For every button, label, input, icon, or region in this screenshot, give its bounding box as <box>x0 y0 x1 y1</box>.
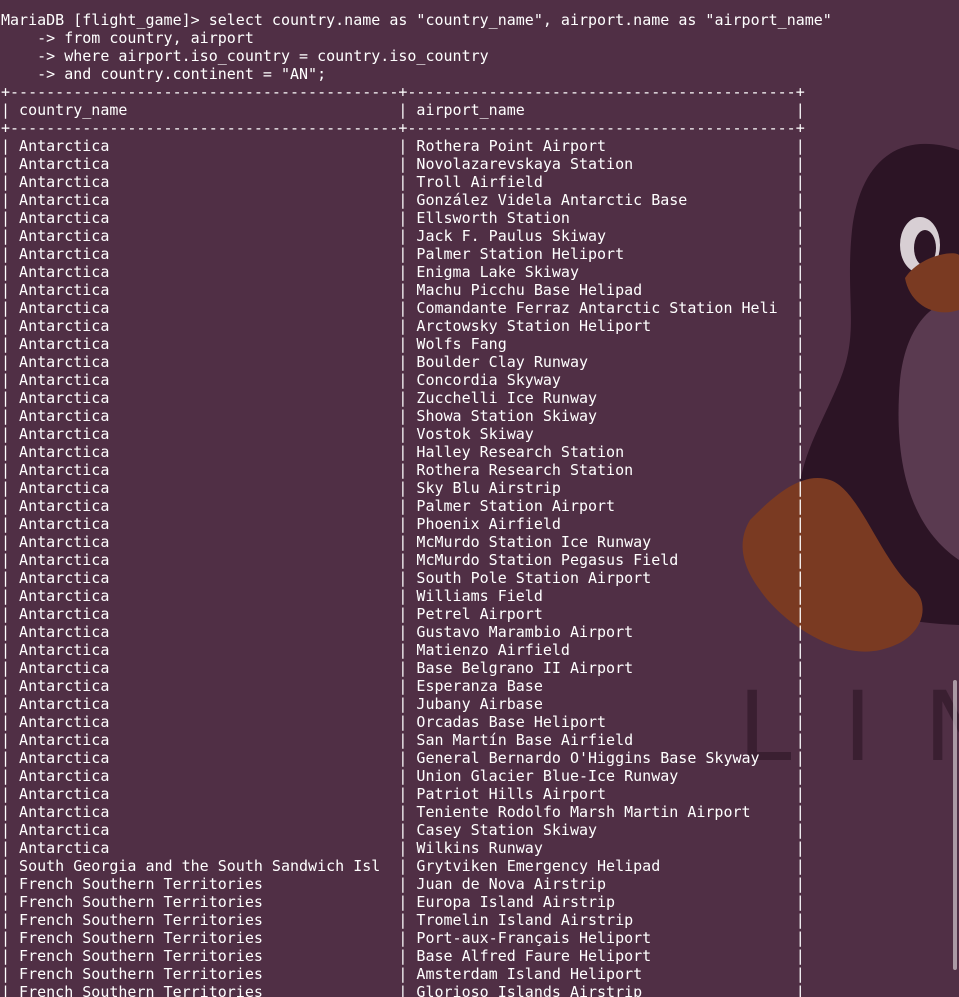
table-row: | French Southern Territories | Tromelin… <box>1 911 805 929</box>
table-row: | Antarctica | Halley Research Station | <box>1 443 805 461</box>
table-row: | Antarctica | Base Belgrano II Airport … <box>1 659 805 677</box>
query-continuation-line: -> from country, airport <box>1 29 254 47</box>
table-border: +---------------------------------------… <box>1 119 805 137</box>
table-row: | Antarctica | South Pole Station Airpor… <box>1 569 805 587</box>
table-row: | French Southern Territories | Europa I… <box>1 893 805 911</box>
table-row: | Antarctica | Vostok Skiway | <box>1 425 805 443</box>
table-row: | Antarctica | Ellsworth Station | <box>1 209 805 227</box>
table-row: | Antarctica | Rothera Research Station … <box>1 461 805 479</box>
table-row: | French Southern Territories | Amsterda… <box>1 965 805 983</box>
table-row: | French Southern Territories | Glorioso… <box>1 983 805 997</box>
table-row: | Antarctica | Williams Field | <box>1 587 805 605</box>
table-row: | Antarctica | Union Glacier Blue-Ice Ru… <box>1 767 805 785</box>
table-row: | Antarctica | McMurdo Station Pegasus F… <box>1 551 805 569</box>
table-row: | Antarctica | Patriot Hills Airport | <box>1 785 805 803</box>
table-row: | Antarctica | Zucchelli Ice Runway | <box>1 389 805 407</box>
scrollbar-thumb[interactable] <box>953 680 957 970</box>
table-row: | Antarctica | Machu Picchu Base Helipad… <box>1 281 805 299</box>
terminal-output: MariaDB [flight_game]> select country.na… <box>1 11 959 997</box>
table-row: | Antarctica | Boulder Clay Runway | <box>1 353 805 371</box>
table-row: | Antarctica | Teniente Rodolfo Marsh Ma… <box>1 803 805 821</box>
table-row: | Antarctica | Matienzo Airfield | <box>1 641 805 659</box>
query-continuation-line: -> and country.continent = "AN"; <box>1 65 327 83</box>
table-row: | Antarctica | Phoenix Airfield | <box>1 515 805 533</box>
table-border: +---------------------------------------… <box>1 83 805 101</box>
table-row: | Antarctica | Enigma Lake Skiway | <box>1 263 805 281</box>
table-row: | Antarctica | Orcadas Base Heliport | <box>1 713 805 731</box>
table-row: | Antarctica | Jack F. Paulus Skiway | <box>1 227 805 245</box>
table-row: | Antarctica | Palmer Station Heliport | <box>1 245 805 263</box>
query-text: select country.name as "country_name", a… <box>208 11 832 29</box>
table-row: | Antarctica | Wilkins Runway | <box>1 839 805 857</box>
table-row: | Antarctica | Arctowsky Station Helipor… <box>1 317 805 335</box>
table-row: | Antarctica | Jubany Airbase | <box>1 695 805 713</box>
table-row: | Antarctica | González Videla Antarctic… <box>1 191 805 209</box>
table-row: | Antarctica | McMurdo Station Ice Runwa… <box>1 533 805 551</box>
terminal-window[interactable]: LIN MariaDB [flight_game]> select countr… <box>0 0 959 997</box>
table-row: | Antarctica | Concordia Skyway | <box>1 371 805 389</box>
query-continuation-line: -> where airport.iso_country = country.i… <box>1 47 489 65</box>
table-row: | Antarctica | Novolazarevskaya Station … <box>1 155 805 173</box>
table-row: | Antarctica | General Bernardo O'Higgin… <box>1 749 805 767</box>
table-row: | Antarctica | Rothera Point Airport | <box>1 137 805 155</box>
table-row: | Antarctica | Comandante Ferraz Antarct… <box>1 299 805 317</box>
table-row: | Antarctica | Troll Airfield | <box>1 173 805 191</box>
table-row: | Antarctica | Gustavo Marambio Airport … <box>1 623 805 641</box>
table-row: | Antarctica | Wolfs Fang | <box>1 335 805 353</box>
table-row: | French Southern Territories | Base Alf… <box>1 947 805 965</box>
table-row: | Antarctica | Palmer Station Airport | <box>1 497 805 515</box>
table-row: | Antarctica | Sky Blu Airstrip | <box>1 479 805 497</box>
mariadb-prompt: MariaDB [flight_game]> <box>1 11 209 29</box>
table-row: | Antarctica | Showa Station Skiway | <box>1 407 805 425</box>
table-row: | Antarctica | Petrel Airport | <box>1 605 805 623</box>
table-row: | French Southern Territories | Port-aux… <box>1 929 805 947</box>
table-row: | South Georgia and the South Sandwich I… <box>1 857 805 875</box>
table-row: | Antarctica | Esperanza Base | <box>1 677 805 695</box>
query-line: MariaDB [flight_game]> select country.na… <box>1 11 959 29</box>
table-header-row: | country_name | airport_name | <box>1 101 805 119</box>
table-row: | Antarctica | San Martín Base Airfield … <box>1 731 805 749</box>
table-row: | Antarctica | Casey Station Skiway | <box>1 821 805 839</box>
table-row: | French Southern Territories | Juan de … <box>1 875 805 893</box>
